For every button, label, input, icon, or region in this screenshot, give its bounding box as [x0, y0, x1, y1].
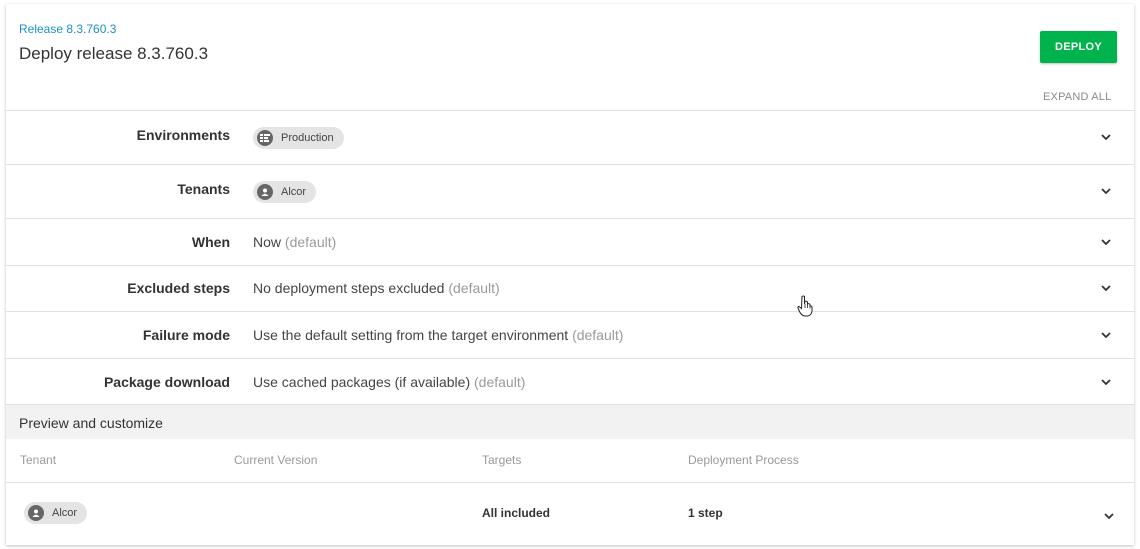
table-divider [6, 482, 1134, 483]
section-value: Use the default setting from the target … [253, 327, 623, 343]
column-header-tenant: Tenant [20, 453, 57, 467]
section-value: Now (default) [253, 234, 336, 250]
breadcrumb-release-link[interactable]: Release 8.3.760.3 [19, 22, 116, 36]
chevron-down-icon[interactable] [1100, 185, 1112, 197]
section-label: Environments [136, 127, 230, 143]
value-text: No deployment steps excluded [253, 280, 445, 296]
hand-cursor-icon [797, 295, 813, 317]
section-label: Tenants [177, 181, 230, 197]
section-tenants[interactable]: Tenants Alcor [6, 164, 1134, 218]
section-label: Failure mode [142, 327, 230, 343]
page-title: Deploy release 8.3.760.3 [19, 44, 209, 63]
user-icon [28, 505, 44, 521]
preview-title: Preview and customize [19, 415, 163, 431]
process-cell: 1 step [688, 506, 723, 520]
section-failure-mode[interactable]: Failure mode Use the default setting fro… [6, 311, 1134, 358]
section-value: Use cached packages (if available) (defa… [253, 374, 525, 390]
section-environments[interactable]: Environments Production [6, 110, 1134, 164]
section-excluded-steps[interactable]: Excluded steps No deployment steps exclu… [6, 265, 1134, 311]
chevron-down-icon[interactable] [1100, 131, 1112, 143]
user-icon [257, 184, 273, 200]
section-label: Package download [103, 374, 230, 390]
chevron-down-icon[interactable] [1100, 376, 1112, 388]
deploy-button[interactable]: DEPLOY [1040, 31, 1117, 63]
tenant-chip-label: Alcor [52, 507, 78, 519]
chevron-down-icon[interactable] [1103, 510, 1115, 522]
environment-icon [257, 130, 273, 146]
value-text: Use cached packages (if available) [253, 374, 471, 390]
deploy-release-card: Release 8.3.760.3 Deploy release 8.3.760… [6, 4, 1134, 545]
page-header: Release 8.3.760.3 Deploy release 8.3.760… [6, 4, 1134, 110]
chevron-down-icon[interactable] [1100, 282, 1112, 294]
targets-cell: All included [482, 506, 551, 520]
value-text: Use the default setting from the target … [253, 327, 569, 343]
value-text: Now [253, 234, 282, 250]
environment-chip: Production [253, 127, 344, 149]
expand-all-button[interactable]: EXPAND ALL [1043, 91, 1111, 103]
environment-chip-label: Production [281, 132, 334, 144]
chevron-down-icon[interactable] [1100, 329, 1112, 341]
section-value: No deployment steps excluded (default) [253, 280, 500, 296]
preview-section-header: Preview and customize [6, 404, 1134, 439]
section-label: When [191, 234, 230, 250]
default-tag: (default) [572, 327, 624, 343]
default-tag: (default) [284, 234, 337, 250]
tenant-chip-label: Alcor [281, 186, 307, 198]
chevron-down-icon[interactable] [1100, 236, 1112, 248]
tenant-chip: Alcor [24, 502, 88, 524]
default-tag: (default) [474, 374, 526, 390]
column-header-targets: Targets [482, 453, 522, 467]
section-label: Excluded steps [127, 280, 230, 296]
section-when[interactable]: When Now (default) [6, 218, 1134, 265]
default-tag: (default) [448, 280, 500, 296]
column-header-deployment-process: Deployment Process [688, 453, 799, 467]
tenant-chip: Alcor [253, 181, 317, 203]
section-package-download[interactable]: Package download Use cached packages (if… [6, 358, 1134, 404]
column-header-current-version: Current Version [234, 453, 318, 467]
